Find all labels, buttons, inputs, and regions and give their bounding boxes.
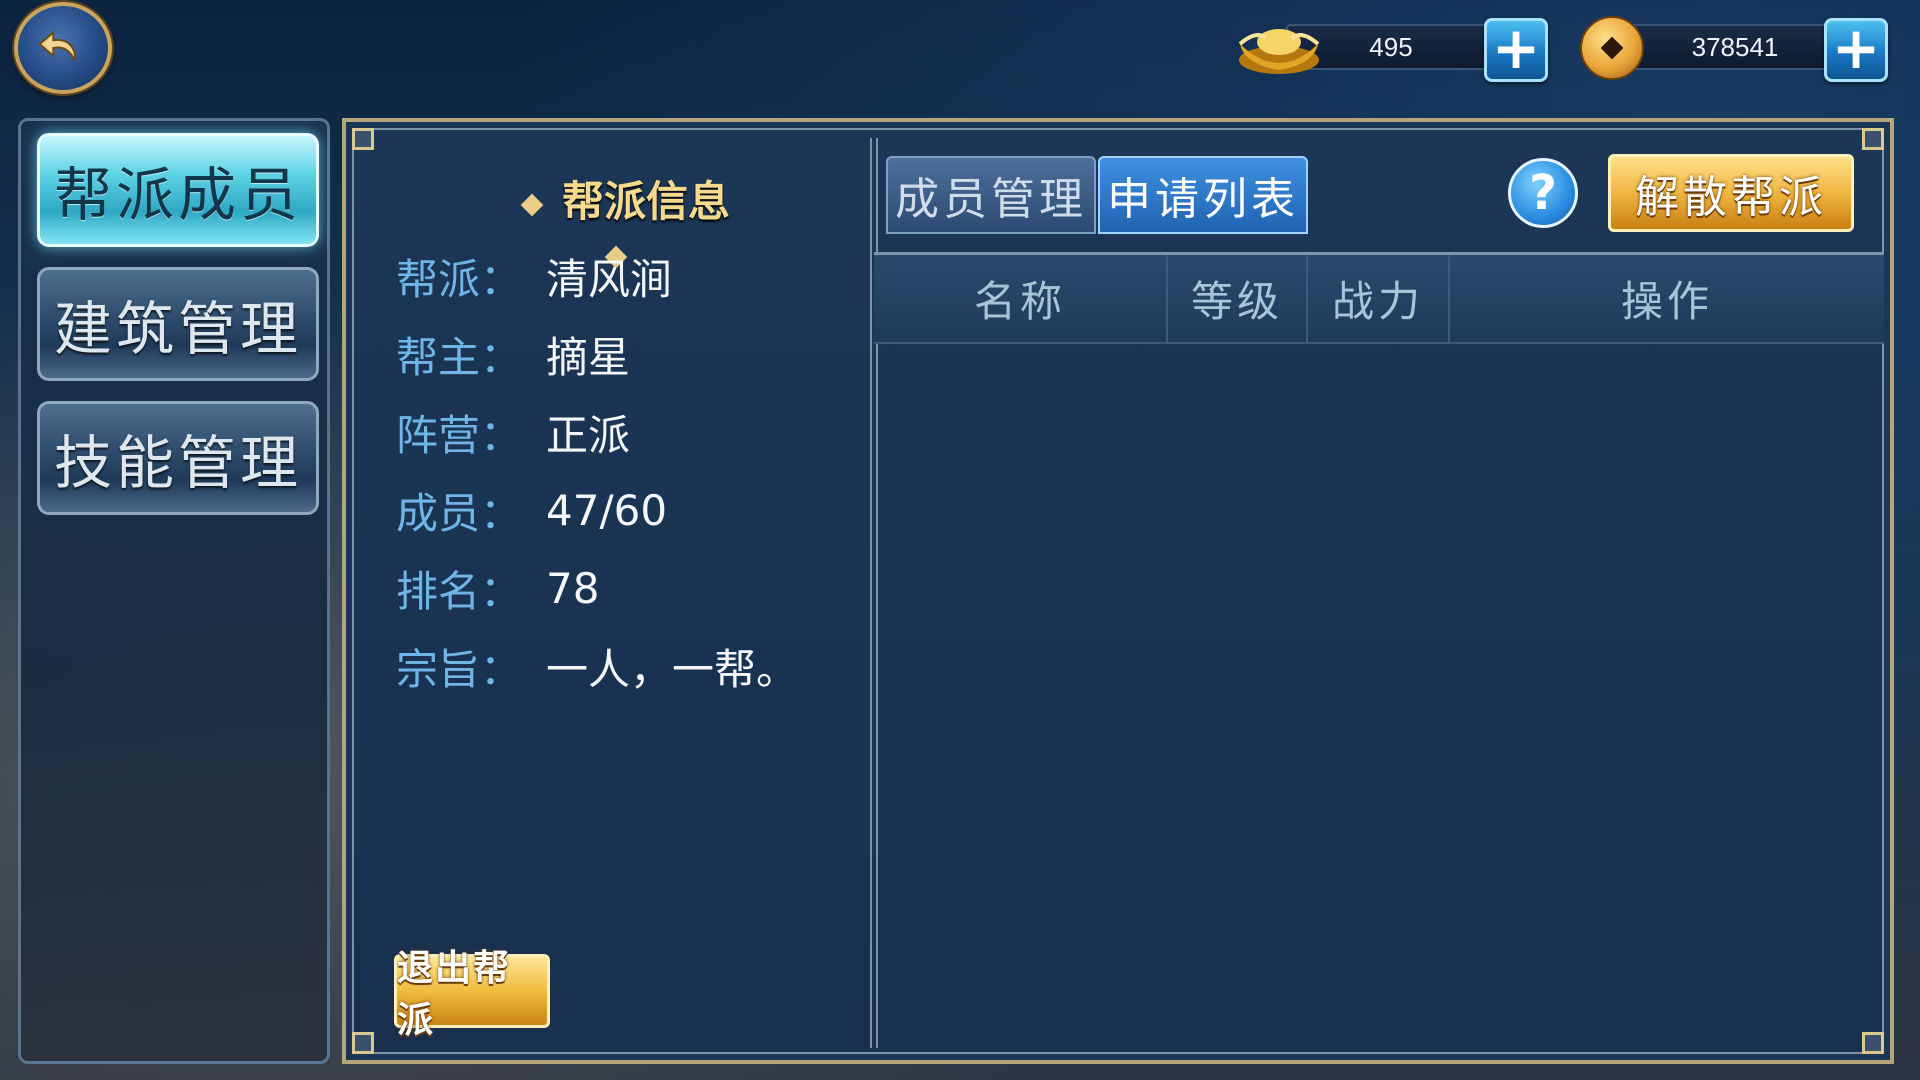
tab-member-management[interactable]: 成员管理 <box>886 156 1096 234</box>
frame-corner-ornament <box>1862 128 1884 150</box>
info-row-rank: 排名： 78 <box>396 558 599 618</box>
info-label: 阵营： <box>396 410 523 460</box>
column-header-power: 战力 <box>1308 255 1450 342</box>
tab-application-list[interactable]: 申请列表 <box>1098 156 1308 234</box>
info-row-motto: 宗旨： 一人，一帮。 <box>396 636 798 696</box>
add-coin-button[interactable]: + <box>1824 18 1888 82</box>
guild-motto: 一人，一帮。 <box>546 644 799 694</box>
info-row-members: 成员： 47/60 <box>396 480 667 540</box>
info-label: 成员： <box>396 488 523 538</box>
ingot-currency: 495 + <box>1236 18 1548 82</box>
plus-icon: + <box>1831 14 1881 82</box>
info-label: 帮派： <box>396 254 523 304</box>
column-header-level: 等级 <box>1168 255 1308 342</box>
gold-ingot-icon <box>1238 29 1320 74</box>
column-header-name: 名称 <box>874 255 1168 342</box>
quit-guild-button[interactable]: 退出帮派 <box>394 948 550 1041</box>
copper-coin-icon <box>1580 16 1644 80</box>
info-row-leader: 帮主： 摘星 <box>396 324 630 384</box>
member-table-header: 名称 等级 战力 操作 <box>874 252 1884 344</box>
info-label: 帮主： <box>396 332 523 382</box>
diamond-icon <box>520 193 544 216</box>
nav-guild-members[interactable]: 帮派成员 <box>37 133 319 247</box>
nav-skill-management[interactable]: 技能管理 <box>37 401 319 515</box>
coin-currency: 378541 + <box>1580 16 1892 82</box>
plus-icon: + <box>1491 14 1541 82</box>
guild-faction: 正派 <box>546 410 631 460</box>
guild-rank: 78 <box>546 563 600 613</box>
guild-info-title-text: 帮派信息 <box>561 177 730 226</box>
disband-guild-button[interactable]: 解散帮派 <box>1608 154 1854 232</box>
info-label: 排名： <box>396 566 523 616</box>
guild-leader: 摘星 <box>546 332 631 382</box>
left-nav-panel: 帮派成员 建筑管理 技能管理 <box>18 118 330 1064</box>
info-row-faction: 阵营： 正派 <box>396 402 630 462</box>
frame-corner-ornament <box>352 1032 374 1054</box>
nav-building-management[interactable]: 建筑管理 <box>37 267 319 381</box>
guild-member-count: 47/60 <box>546 485 668 535</box>
add-ingot-button[interactable]: + <box>1484 18 1548 82</box>
help-button[interactable]: ? <box>1508 158 1578 228</box>
frame-corner-ornament <box>352 128 374 150</box>
coin-amount: 378541 <box>1630 24 1840 70</box>
column-header-action: 操作 <box>1620 277 1713 326</box>
guild-name: 清风涧 <box>546 254 673 304</box>
frame-corner-ornament <box>1862 1032 1884 1054</box>
info-row-guild: 帮派： 清风涧 <box>396 246 672 306</box>
back-button[interactable] <box>14 2 112 94</box>
back-arrow-icon <box>38 30 76 62</box>
main-frame: 帮派信息 帮派： 清风涧 帮主： 摘星 阵营： 正派 成员： 47/60 排名：… <box>342 118 1894 1064</box>
info-label: 宗旨： <box>396 644 523 694</box>
